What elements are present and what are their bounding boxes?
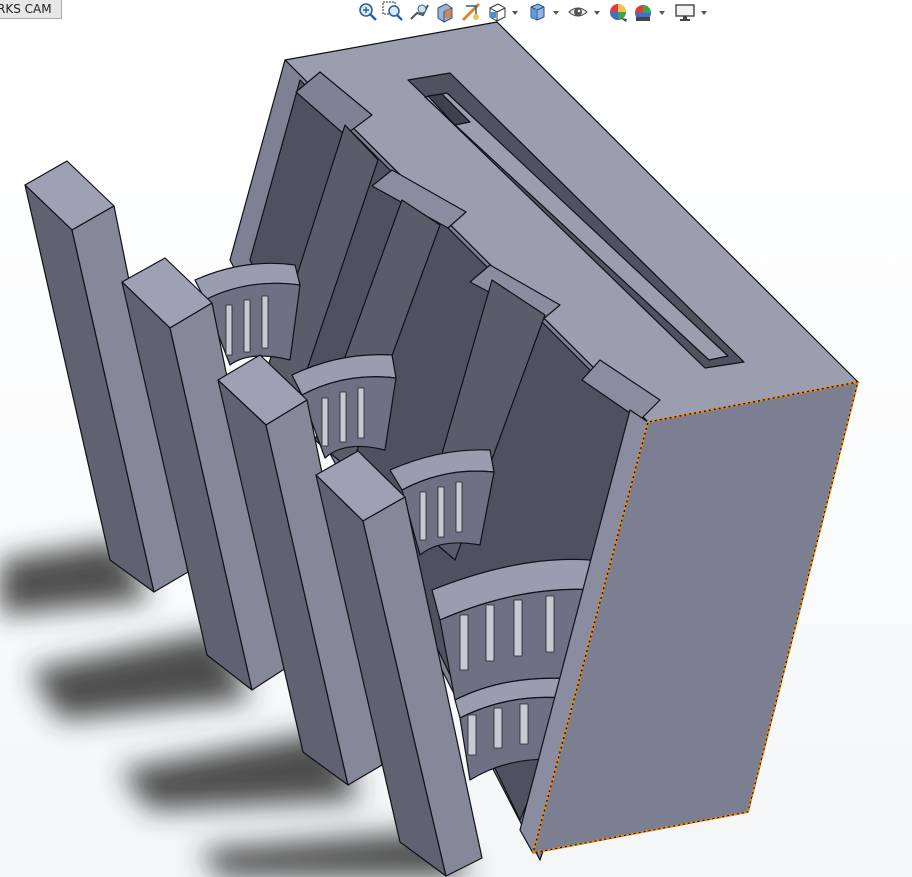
hide-show-items-dropdown[interactable]	[593, 10, 601, 16]
view-orientation-icon[interactable]	[486, 1, 508, 23]
display-style-dropdown[interactable]	[552, 10, 560, 16]
graphics-area[interactable]	[0, 0, 912, 877]
view-orientation-dropdown[interactable]	[511, 10, 519, 16]
edit-appearance-icon[interactable]	[607, 1, 629, 23]
zoom-to-area-icon[interactable]	[382, 1, 404, 23]
hide-show-items-icon[interactable]	[567, 1, 589, 23]
zoom-to-fit-icon[interactable]	[356, 1, 378, 23]
apply-scene-dropdown[interactable]	[658, 10, 666, 16]
previous-view-icon[interactable]	[408, 1, 430, 23]
view-settings-icon[interactable]	[674, 1, 696, 23]
view-settings-dropdown[interactable]	[700, 10, 708, 16]
part-model[interactable]	[24, 21, 859, 877]
display-style-icon[interactable]	[526, 1, 548, 23]
camworks-tab[interactable]: RKS CAM	[0, 0, 62, 19]
dynamic-annotation-views-icon[interactable]	[460, 1, 482, 23]
apply-scene-icon[interactable]	[632, 1, 654, 23]
section-view-icon[interactable]	[434, 1, 456, 23]
